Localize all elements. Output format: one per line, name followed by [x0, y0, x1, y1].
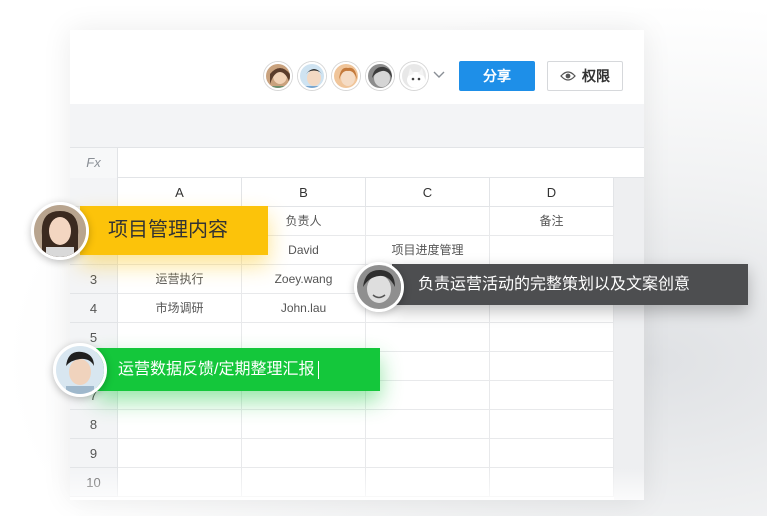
grid-right-area	[614, 178, 644, 500]
column-header-a[interactable]: A	[118, 178, 242, 207]
row-header-8[interactable]: 8	[70, 410, 118, 439]
cell-d5[interactable]	[490, 323, 614, 352]
callout-operations-planning: 负责运营活动的完整策划以及文案创意	[392, 264, 748, 305]
cell-c7[interactable]	[366, 381, 490, 410]
cell-c5[interactable]	[366, 323, 490, 352]
collaborator-avatar[interactable]	[400, 62, 428, 90]
cell-a9[interactable]	[118, 439, 242, 468]
collaborator-avatar[interactable]	[332, 62, 360, 90]
cell-d1[interactable]: 备注	[490, 207, 614, 236]
column-header-d[interactable]: D	[490, 178, 614, 207]
callout-green-text: 运营数据反馈/定期整理汇报	[118, 361, 315, 378]
row-header-3[interactable]: 3	[70, 265, 118, 294]
callout-avatar-woman	[31, 202, 89, 260]
cell-c2[interactable]: 项目进度管理	[366, 236, 490, 265]
cell-d8[interactable]	[490, 410, 614, 439]
cell-d9[interactable]	[490, 439, 614, 468]
column-header-c[interactable]: C	[366, 178, 490, 207]
formula-bar: Fx	[70, 148, 644, 178]
cell-d6[interactable]	[490, 352, 614, 381]
callout-avatar-man	[53, 343, 107, 397]
toolbar	[70, 104, 644, 148]
cell-c9[interactable]	[366, 439, 490, 468]
top-bar: 分享 权限	[70, 30, 644, 104]
collaborator-avatar[interactable]	[366, 62, 394, 90]
bottom-fade	[70, 468, 644, 500]
share-button[interactable]: 分享	[459, 61, 535, 91]
cell-b8[interactable]	[242, 410, 366, 439]
row-header-9[interactable]: 9	[70, 439, 118, 468]
callout-dark-text: 负责运营活动的完整策划以及文案创意	[418, 276, 691, 293]
cell-a3[interactable]: 运营执行	[118, 265, 242, 294]
cell-d7[interactable]	[490, 381, 614, 410]
chevron-down-icon[interactable]	[432, 67, 446, 81]
cell-c6[interactable]	[366, 352, 490, 381]
callout-project-content: 项目管理内容	[80, 206, 268, 255]
column-header-b[interactable]: B	[242, 178, 366, 207]
row-header-4[interactable]: 4	[70, 294, 118, 323]
cell-b4[interactable]: John.lau	[242, 294, 366, 323]
cell-a4[interactable]: 市场调研	[118, 294, 242, 323]
callout-data-reporting: 运营数据反馈/定期整理汇报	[96, 348, 380, 391]
cell-c8[interactable]	[366, 410, 490, 439]
collaborator-avatar[interactable]	[298, 62, 326, 90]
cell-d2[interactable]	[490, 236, 614, 265]
fx-label: Fx	[70, 148, 118, 178]
permission-label: 权限	[582, 68, 610, 84]
callout-yellow-text: 项目管理内容	[108, 219, 228, 241]
cell-c1[interactable]	[366, 207, 490, 236]
permission-button[interactable]: 权限	[547, 61, 623, 91]
cell-a8[interactable]	[118, 410, 242, 439]
callout-avatar-smiling-woman	[354, 262, 404, 312]
cell-b3[interactable]: Zoey.wang	[242, 265, 366, 294]
text-cursor	[318, 360, 320, 379]
eye-icon	[560, 71, 576, 81]
corner-cell[interactable]	[70, 178, 118, 207]
collaborator-avatar[interactable]	[264, 62, 292, 90]
cell-b9[interactable]	[242, 439, 366, 468]
